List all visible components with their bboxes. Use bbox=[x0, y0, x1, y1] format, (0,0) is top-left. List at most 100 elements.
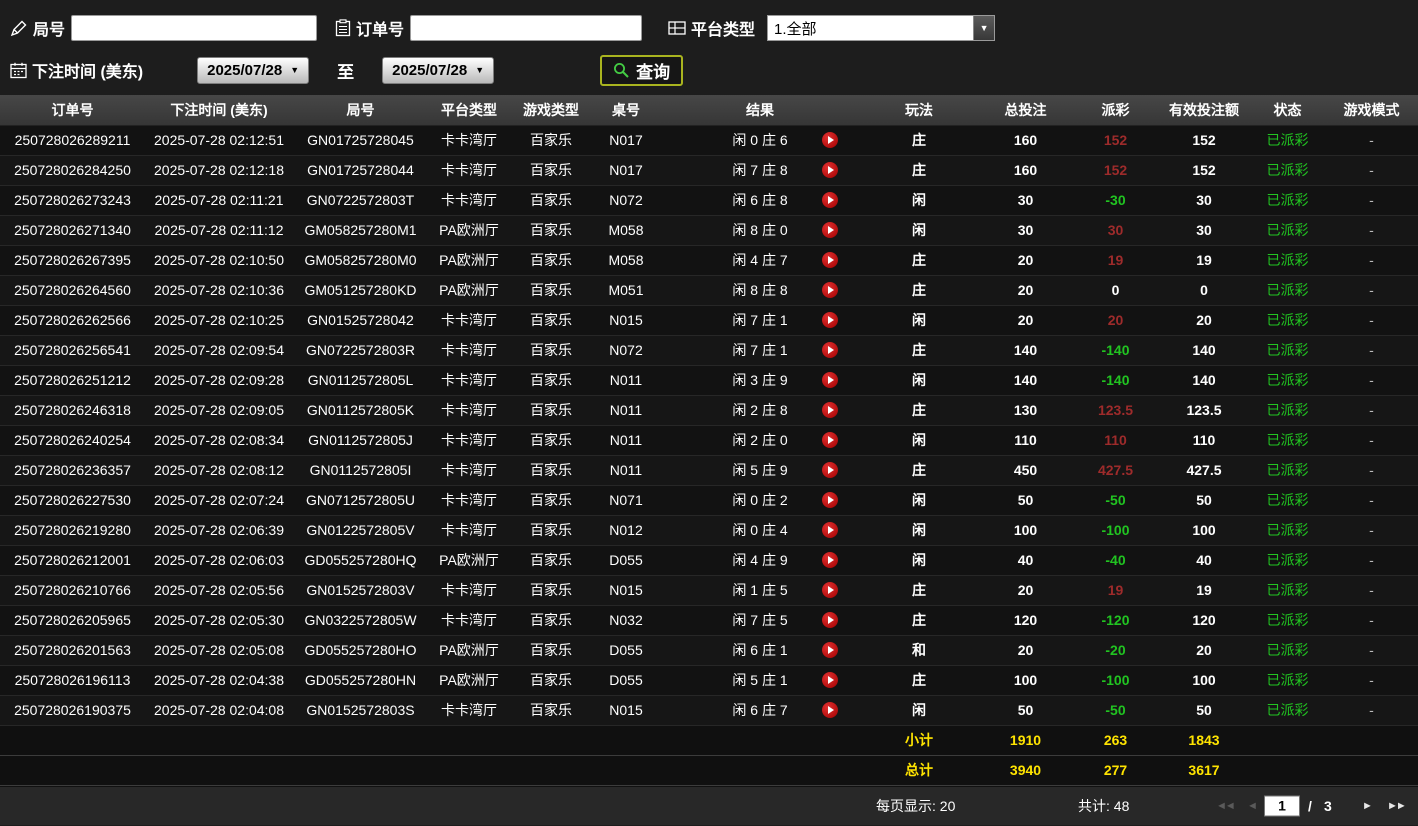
replay-icon[interactable] bbox=[822, 312, 838, 328]
cell-status: 已派彩 bbox=[1250, 365, 1325, 396]
subtotal-valid-bet: 1843 bbox=[1158, 724, 1250, 756]
prev-page-icon[interactable]: ◄ bbox=[1247, 800, 1258, 812]
cell-round-number: GN0712572805U bbox=[293, 485, 428, 516]
cell-play-type: 庄 bbox=[860, 605, 978, 636]
order-number-input[interactable] bbox=[410, 15, 643, 41]
replay-icon[interactable] bbox=[822, 252, 838, 268]
table-row: 250728026264560 2025-07-28 02:10:36 GM0512… bbox=[0, 275, 1418, 306]
table-row: 250728026284250 2025-07-28 02:12:18 GN0172… bbox=[0, 155, 1418, 186]
cell-payout: 427.5 bbox=[1073, 455, 1158, 486]
cell-game-mode: - bbox=[1325, 425, 1418, 456]
cell-status: 已派彩 bbox=[1250, 185, 1325, 216]
result-text: 闲 7 庄 1 bbox=[732, 342, 788, 358]
replay-icon[interactable] bbox=[822, 432, 838, 448]
cell-play-type: 闲 bbox=[860, 185, 978, 216]
cell-play-type: 庄 bbox=[860, 245, 978, 276]
cell-game-type: 百家乐 bbox=[510, 155, 592, 186]
cell-bet-time: 2025-07-28 02:06:03 bbox=[145, 545, 293, 576]
replay-icon[interactable] bbox=[822, 702, 838, 718]
cell-round-number: GN0152572803V bbox=[293, 575, 428, 606]
cell-platform: 卡卡湾厅 bbox=[428, 695, 510, 726]
round-number-input[interactable] bbox=[71, 15, 318, 41]
date-from-button[interactable]: 2025/07/28 ▼ bbox=[197, 56, 310, 84]
date-to-button[interactable]: 2025/07/28 ▼ bbox=[382, 56, 495, 84]
replay-icon[interactable] bbox=[822, 342, 838, 358]
cell-order-number: 250728026267395 bbox=[0, 245, 145, 276]
replay-icon[interactable] bbox=[822, 492, 838, 508]
cell-valid-bet: 427.5 bbox=[1158, 455, 1250, 486]
replay-icon[interactable] bbox=[822, 552, 838, 568]
table-row: 250728026210766 2025-07-28 02:05:56 GN0152… bbox=[0, 575, 1418, 606]
chevron-down-icon: ▼ bbox=[973, 16, 995, 40]
cell-table-number: N071 bbox=[592, 485, 660, 516]
cell-valid-bet: 30 bbox=[1158, 215, 1250, 246]
result-text: 闲 1 庄 5 bbox=[732, 582, 788, 598]
table-row: 250728026190375 2025-07-28 02:04:08 GN0152… bbox=[0, 695, 1418, 726]
cell-valid-bet: 20 bbox=[1158, 635, 1250, 666]
last-page-icon[interactable]: ►► bbox=[1387, 800, 1407, 812]
replay-icon[interactable] bbox=[822, 132, 838, 148]
cell-round-number: GM051257280KD bbox=[293, 275, 428, 306]
cell-status: 已派彩 bbox=[1250, 215, 1325, 246]
cell-valid-bet: 120 bbox=[1158, 605, 1250, 636]
cell-valid-bet: 100 bbox=[1158, 515, 1250, 546]
total-count-label: 共计: bbox=[1078, 797, 1110, 814]
cell-result: 闲 7 庄 8 bbox=[660, 155, 860, 186]
cell-payout: 152 bbox=[1073, 155, 1158, 186]
cell-round-number: GN0122572805V bbox=[293, 515, 428, 546]
cell-round-number: GN0322572805W bbox=[293, 605, 428, 636]
cell-result: 闲 4 庄 9 bbox=[660, 545, 860, 576]
cell-result: 闲 5 庄 1 bbox=[660, 665, 860, 696]
replay-icon[interactable] bbox=[822, 192, 838, 208]
page-input[interactable] bbox=[1264, 795, 1300, 816]
replay-icon[interactable] bbox=[822, 402, 838, 418]
cell-table-number: N012 bbox=[592, 515, 660, 546]
cell-table-number: M051 bbox=[592, 275, 660, 306]
replay-icon[interactable] bbox=[822, 612, 838, 628]
cell-total-bet: 20 bbox=[978, 245, 1073, 276]
cell-valid-bet: 0 bbox=[1158, 275, 1250, 306]
cell-valid-bet: 123.5 bbox=[1158, 395, 1250, 426]
cell-payout: 152 bbox=[1073, 125, 1158, 156]
cell-table-number: N072 bbox=[592, 185, 660, 216]
platform-type-select[interactable]: 1.全部 ▼ bbox=[767, 15, 996, 41]
cell-game-mode: - bbox=[1325, 395, 1418, 426]
replay-icon[interactable] bbox=[822, 282, 838, 298]
result-text: 闲 4 庄 9 bbox=[732, 552, 788, 568]
cell-payout: 123.5 bbox=[1073, 395, 1158, 426]
cell-game-type: 百家乐 bbox=[510, 365, 592, 396]
replay-icon[interactable] bbox=[822, 582, 838, 598]
replay-icon[interactable] bbox=[822, 522, 838, 538]
header-table-number: 桌号 bbox=[592, 95, 660, 126]
replay-icon[interactable] bbox=[822, 642, 838, 658]
cell-bet-time: 2025-07-28 02:05:56 bbox=[145, 575, 293, 606]
cell-total-bet: 20 bbox=[978, 635, 1073, 666]
cell-status: 已派彩 bbox=[1250, 485, 1325, 516]
cell-table-number: N015 bbox=[592, 695, 660, 726]
cell-order-number: 250728026212001 bbox=[0, 545, 145, 576]
cell-total-bet: 140 bbox=[978, 365, 1073, 396]
cell-game-mode: - bbox=[1325, 455, 1418, 486]
table-row: 250728026219280 2025-07-28 02:06:39 GN0122… bbox=[0, 515, 1418, 546]
replay-icon[interactable] bbox=[822, 462, 838, 478]
cell-game-mode: - bbox=[1325, 335, 1418, 366]
query-button[interactable]: 查询 bbox=[600, 54, 684, 86]
replay-icon[interactable] bbox=[822, 162, 838, 178]
first-page-icon[interactable]: ◄◄ bbox=[1216, 800, 1236, 812]
cell-result: 闲 0 庄 2 bbox=[660, 485, 860, 516]
cell-payout: 30 bbox=[1073, 215, 1158, 246]
result-text: 闲 7 庄 5 bbox=[732, 612, 788, 628]
cell-bet-time: 2025-07-28 02:09:54 bbox=[145, 335, 293, 366]
replay-icon[interactable] bbox=[822, 672, 838, 688]
next-page-icon[interactable]: ► bbox=[1362, 800, 1373, 812]
result-text: 闲 6 庄 8 bbox=[732, 192, 788, 208]
platform-type-value: 1.全部 bbox=[774, 20, 817, 38]
cell-round-number: GD055257280HN bbox=[293, 665, 428, 696]
replay-icon[interactable] bbox=[822, 222, 838, 238]
platform-type-icon bbox=[668, 20, 686, 36]
cell-status: 已派彩 bbox=[1250, 395, 1325, 426]
cell-status: 已派彩 bbox=[1250, 515, 1325, 546]
cell-status: 已派彩 bbox=[1250, 575, 1325, 606]
replay-icon[interactable] bbox=[822, 372, 838, 388]
order-number-label: 订单号 bbox=[356, 22, 405, 39]
